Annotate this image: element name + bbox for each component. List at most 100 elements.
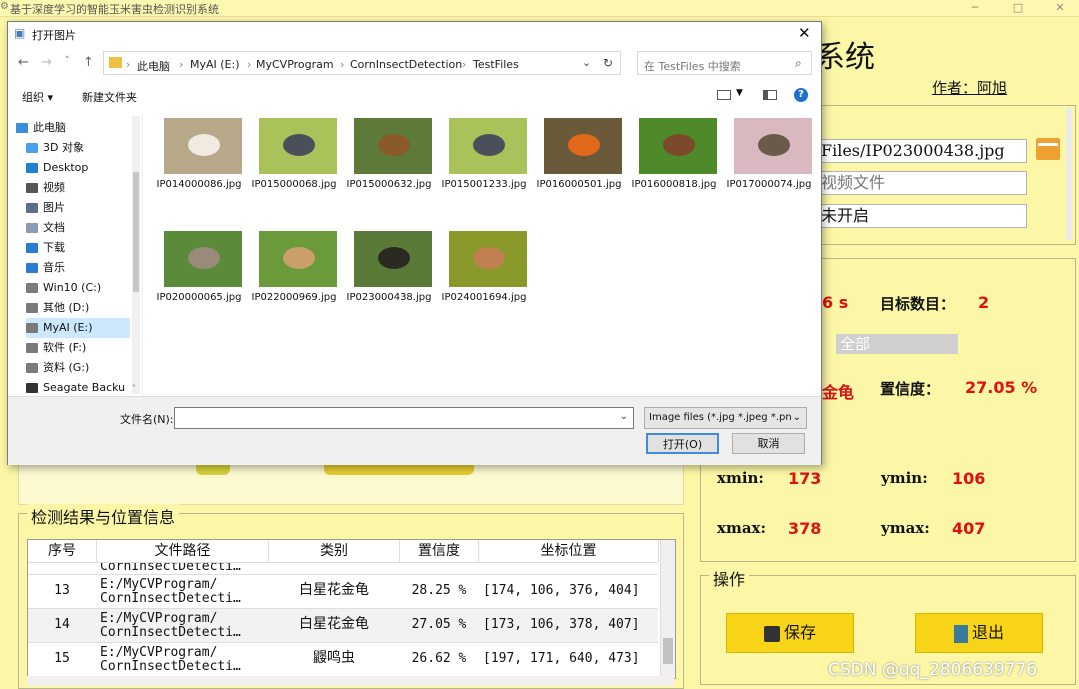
folder-open-icon[interactable] <box>1036 138 1060 160</box>
file-item[interactable]: IP023000438.jpg <box>342 231 436 339</box>
nav-item[interactable]: 资料 (G:) <box>26 358 130 378</box>
table-scrollbar[interactable] <box>660 540 675 676</box>
video-icon <box>26 183 38 193</box>
cell-path-line1: E:/MyCVProgram/ <box>100 577 218 592</box>
search-icon[interactable]: ⌕ <box>795 56 802 71</box>
nav-item[interactable]: Seagate Backu <box>26 378 130 398</box>
search-input[interactable]: 在 TestFiles 中搜索 ⌕ <box>637 51 812 75</box>
col-header-position[interactable]: 坐标位置 <box>479 540 659 562</box>
page-title: 系统 <box>815 40 875 75</box>
camera-status-field[interactable]: 未开启 <box>818 204 1027 228</box>
table-h-scrollbar[interactable] <box>27 676 674 686</box>
exit-button[interactable]: 退出 <box>915 613 1043 653</box>
nav-item[interactable]: 文档 <box>26 218 130 238</box>
save-button[interactable]: 保存 <box>726 613 854 653</box>
cube-icon <box>26 143 38 153</box>
file-item[interactable]: IP015000632.jpg <box>342 118 436 226</box>
results-table[interactable]: 序号 文件路径 类别 置信度 坐标位置 CornInsectDetecti… 1… <box>27 539 676 679</box>
nav-item[interactable]: 3D 对象 <box>26 138 130 158</box>
cell-index: 13 <box>54 583 70 598</box>
file-type-dropdown-icon[interactable]: ⌄ <box>793 408 801 428</box>
save-icon <box>763 625 780 642</box>
nav-item[interactable]: 此电脑 <box>16 118 130 138</box>
exit-icon <box>953 624 968 643</box>
address-bar[interactable]: › 此电脑 › MyAI (E:) › MyCVProgram › CornIn… <box>103 51 621 75</box>
ymax-label: ymax: <box>881 519 930 537</box>
table-row[interactable]: 15 E:/MyCVProgram/ CornInsectDetecti… 鼹鸣… <box>28 642 658 676</box>
breadcrumb-current[interactable]: TestFiles <box>473 58 519 71</box>
col-header-index[interactable]: 序号 <box>28 540 97 562</box>
col-header-class[interactable]: 类别 <box>269 540 400 562</box>
view-options-icon[interactable] <box>717 90 731 100</box>
nav-item[interactable]: Desktop <box>26 158 130 178</box>
target-select[interactable]: 全部 <box>836 334 958 354</box>
file-item[interactable]: IP020000065.jpg <box>152 231 246 339</box>
col-header-confidence[interactable]: 置信度 <box>400 540 479 562</box>
file-item[interactable]: IP016000818.jpg <box>627 118 721 226</box>
video-path-field[interactable]: 视频文件 <box>818 171 1027 195</box>
ymin-value: 106 <box>952 469 986 488</box>
xmax-value: 378 <box>788 519 822 538</box>
nav-item[interactable]: 软件 (F:) <box>26 338 130 358</box>
computer-icon <box>16 123 28 133</box>
file-item[interactable]: IP015000068.jpg <box>247 118 341 226</box>
cell-class: 白星花金龟 <box>299 582 369 598</box>
nav-scrollbar-thumb[interactable] <box>133 172 139 292</box>
breadcrumb-program[interactable]: MyCVProgram <box>256 58 334 71</box>
forward-arrow-icon[interactable]: → <box>41 55 52 70</box>
nav-item[interactable]: 其他 (D:) <box>26 298 130 318</box>
file-item[interactable]: IP024001694.jpg <box>437 231 531 339</box>
back-arrow-icon[interactable]: ← <box>18 55 29 70</box>
filename-input[interactable]: ⌄ <box>174 407 634 429</box>
table-row[interactable]: 14 E:/MyCVProgram/ CornInsectDetecti… 白星… <box>28 608 658 642</box>
view-dropdown-icon[interactable]: ▼ <box>736 88 743 98</box>
file-type-select[interactable]: Image files (*.jpg *.jpeg *.pn ⌄ <box>644 407 807 429</box>
new-folder-button[interactable]: 新建文件夹 <box>82 89 137 105</box>
filename-dropdown-icon[interactable]: ⌄ <box>620 411 628 422</box>
file-name: IP022000969.jpg <box>251 292 337 303</box>
cell-path-line1: E:/MyCVProgram/ <box>100 645 218 660</box>
insect-shape <box>568 134 600 156</box>
file-item[interactable]: IP014000086.jpg <box>152 118 246 226</box>
breadcrumb-project[interactable]: CornInsectDetection <box>350 58 462 71</box>
dialog-close-icon[interactable]: ✕ <box>798 24 811 42</box>
nav-item[interactable]: 图片 <box>26 198 130 218</box>
col-header-path[interactable]: 文件路径 <box>97 540 269 562</box>
right-scrollbar[interactable] <box>1066 108 1072 240</box>
nav-item[interactable]: 下载 <box>26 238 130 258</box>
file-thumbnail <box>259 118 337 174</box>
minimize-icon[interactable]: ─ <box>955 0 995 16</box>
recent-locations-icon[interactable]: ˅ <box>65 56 70 66</box>
up-arrow-icon[interactable]: ↑ <box>83 55 94 70</box>
breadcrumb-this-pc[interactable]: 此电脑 <box>137 58 170 74</box>
nav-item-label: Seagate Backu <box>43 381 126 394</box>
scroll-down-icon[interactable]: ˅ <box>132 384 136 393</box>
maximize-icon[interactable]: □ <box>998 0 1038 16</box>
nav-item[interactable]: Win10 (C:) <box>26 278 130 298</box>
nav-item[interactable]: 音乐 <box>26 258 130 278</box>
open-button[interactable]: 打开(O) <box>646 433 719 454</box>
breadcrumb-drive[interactable]: MyAI (E:) <box>190 58 240 71</box>
nav-item-label: MyAI (E:) <box>43 321 93 334</box>
file-item[interactable]: IP015001233.jpg <box>437 118 531 226</box>
nav-item[interactable]: MyAI (E:) <box>26 318 130 338</box>
refresh-icon[interactable]: ↻ <box>603 56 613 70</box>
help-icon[interactable]: ? <box>794 88 808 102</box>
file-item[interactable]: IP022000969.jpg <box>247 231 341 339</box>
cancel-button[interactable]: 取消 <box>732 433 805 454</box>
nav-item-label: 其他 (D:) <box>43 301 90 314</box>
table-row-partial[interactable]: CornInsectDetecti… <box>28 562 658 574</box>
close-icon[interactable]: ✕ <box>1040 0 1079 16</box>
organize-menu[interactable]: 组织 ▾ <box>22 89 53 105</box>
xmin-label: xmin: <box>717 469 764 487</box>
file-item[interactable]: IP017000074.jpg <box>722 118 816 226</box>
image-path-field[interactable]: Files/IP023000438.jpg <box>818 139 1027 163</box>
file-item[interactable]: IP016000501.jpg <box>532 118 626 226</box>
time-value: 6 s <box>822 293 849 312</box>
cell-path-line1: E:/MyCVProgram/ <box>100 611 218 626</box>
nav-item[interactable]: 视频 <box>26 178 130 198</box>
save-button-label: 保存 <box>783 623 816 642</box>
preview-pane-icon[interactable] <box>763 90 777 100</box>
table-row[interactable]: 13 E:/MyCVProgram/ CornInsectDetecti… 白星… <box>28 574 658 608</box>
chevron-down-icon[interactable]: ⌄ <box>582 56 591 69</box>
